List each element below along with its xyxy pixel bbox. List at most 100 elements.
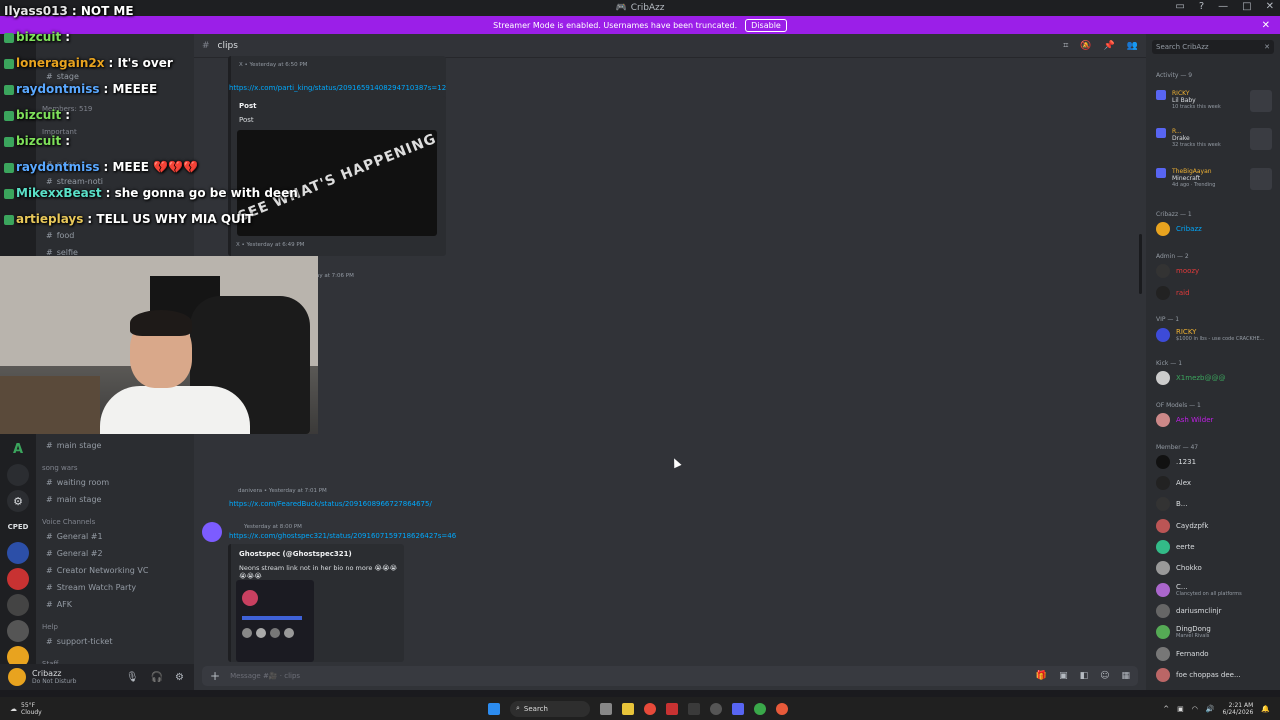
server-icon[interactable]	[7, 620, 29, 642]
member-item[interactable]: Cribazz	[1156, 222, 1202, 236]
github-icon[interactable]	[710, 702, 722, 715]
clock[interactable]: 2:21 AM 6/24/2026	[1223, 702, 1254, 716]
embed-image[interactable]: SEE WHAT'S HAPPENING	[237, 130, 437, 236]
activity-card[interactable]: RICKY Lil Baby 10 tracks this week	[1156, 90, 1272, 112]
channel-item[interactable]: # waiting room	[46, 478, 109, 487]
app-icon[interactable]	[688, 702, 700, 715]
close-icon[interactable]: ✕	[1264, 43, 1274, 51]
wifi-icon[interactable]: ◠	[1192, 705, 1198, 713]
member-item[interactable]: .1231	[1156, 455, 1196, 469]
message-composer[interactable]: + Message #🎥 · clips 🎁 ▣ ◧ ☺ ▦	[202, 666, 1138, 686]
member-item[interactable]: X1mezb@@@	[1156, 371, 1226, 385]
member-item[interactable]: Fernando	[1156, 647, 1209, 661]
activity-card[interactable]: TheBigAayan Minecraft 4d ago · Trending	[1156, 168, 1272, 190]
search-input[interactable]: Search CribAzz ✕	[1152, 40, 1274, 54]
pin-icon[interactable]: 📌	[1104, 41, 1115, 51]
apps-icon[interactable]: ▦	[1121, 671, 1130, 681]
emoji-icon[interactable]: ☺	[1100, 671, 1109, 681]
hash-icon: #	[46, 160, 53, 169]
gif-icon[interactable]: ▣	[1059, 671, 1068, 681]
mute-icon[interactable]: 🔕	[1080, 41, 1091, 51]
file-explorer-icon[interactable]	[622, 702, 634, 715]
maximize-icon[interactable]: □	[1242, 1, 1251, 12]
taskbar-search[interactable]: ⌕ Search	[510, 700, 590, 717]
headphones-icon[interactable]: 🎧	[151, 672, 163, 683]
chrome-icon[interactable]	[644, 702, 656, 715]
minimize-icon[interactable]: —	[1218, 1, 1228, 12]
avatar[interactable]	[202, 522, 222, 542]
avatar[interactable]	[8, 668, 26, 686]
chevron-up-icon[interactable]: ^	[1163, 705, 1169, 713]
server-icon-a[interactable]: A	[7, 438, 29, 460]
inbox-icon[interactable]: ▭	[1175, 1, 1184, 12]
server-icon[interactable]	[7, 542, 29, 564]
search-placeholder: Search CribAzz	[1156, 43, 1209, 51]
app-icon[interactable]	[776, 702, 788, 715]
avatar	[1156, 519, 1170, 533]
message-link[interactable]: https://x.com/ghostspec321/status/209160…	[229, 532, 456, 540]
chrome-icon[interactable]	[754, 702, 766, 715]
member-item[interactable]: dariusmclinjr	[1156, 604, 1221, 618]
server-icon[interactable]	[7, 464, 29, 486]
notifications-icon[interactable]: 🔔	[1261, 705, 1270, 713]
microphone-icon[interactable]: 🎙	[126, 672, 139, 683]
tray-app-icon[interactable]: ▣	[1177, 705, 1184, 713]
threads-icon[interactable]: ⌗	[1063, 41, 1068, 51]
channel-item[interactable]: # support-ticket	[46, 637, 112, 646]
member-item[interactable]: Ash Wilder	[1156, 413, 1213, 427]
member-item[interactable]: raid	[1156, 286, 1190, 300]
channel-category[interactable]: Important	[42, 128, 77, 136]
channel-item[interactable]: # General #2	[46, 549, 103, 558]
channel-category[interactable]: song wars	[42, 464, 78, 472]
weather-widget[interactable]: ☁ 55°F Cloudy	[10, 702, 42, 716]
close-icon[interactable]: ✕	[1266, 1, 1274, 12]
banner-close-icon[interactable]: ✕	[1262, 20, 1270, 31]
channel-item[interactable]: # rules	[46, 160, 76, 169]
message-link[interactable]: https://x.com/FearedBuck/status/20916089…	[229, 500, 432, 508]
channel-category[interactable]: Voice Channels	[42, 518, 95, 526]
member-item[interactable]: RICKY $1000 in lbs - use code CRACKHE...	[1156, 328, 1264, 342]
member-item[interactable]: Chokko	[1156, 561, 1202, 575]
member-item[interactable]: moozy	[1156, 264, 1199, 278]
windows-start-icon[interactable]	[488, 702, 500, 715]
channel-item[interactable]: # food	[46, 231, 74, 240]
add-attachment-icon[interactable]: +	[210, 669, 220, 683]
volume-icon[interactable]: 🔊	[1206, 705, 1215, 713]
member-item[interactable]: Caydzpfk	[1156, 519, 1208, 533]
channel-item[interactable]: # AFK	[46, 600, 72, 609]
channel-category[interactable]: Help	[42, 623, 58, 631]
settings-server-icon[interactable]: ⚙	[7, 490, 29, 512]
channel-item[interactable]: # main stage	[46, 495, 101, 504]
channel-item[interactable]: # General #1	[46, 532, 103, 541]
server-icon-cped[interactable]: CPED	[7, 516, 29, 538]
channel-item[interactable]: # stage	[46, 72, 79, 81]
sticker-icon[interactable]: ◧	[1080, 671, 1089, 681]
member-item[interactable]: foe choppas dee...	[1156, 668, 1241, 682]
help-icon[interactable]: ?	[1199, 1, 1204, 12]
member-item[interactable]: B...	[1156, 497, 1187, 511]
member-item[interactable]: eerte	[1156, 540, 1195, 554]
discord-icon[interactable]	[732, 702, 744, 715]
member-item[interactable]: DingDong Marvel Rivals	[1156, 625, 1211, 639]
settings-icon[interactable]: ⚙	[175, 672, 184, 683]
message-link[interactable]: https://x.com/parti_king/status/20916591…	[229, 84, 446, 92]
message-input[interactable]: Message #🎥 · clips	[230, 672, 300, 680]
member-item[interactable]: C... Clancyted on all platforms	[1156, 583, 1242, 597]
member-item[interactable]: Alex	[1156, 476, 1191, 490]
channel-item[interactable]: # main stage	[46, 441, 101, 450]
channel-item[interactable]: # stream-noti	[46, 177, 103, 186]
server-icon[interactable]	[7, 568, 29, 590]
channel-category[interactable]: Members: 519	[42, 105, 92, 113]
channel-item[interactable]: # Creator Networking VC	[46, 566, 148, 575]
scrollbar[interactable]	[1139, 234, 1142, 294]
members-icon[interactable]: 👥	[1127, 41, 1138, 51]
gift-icon[interactable]: 🎁	[1036, 671, 1047, 681]
task-view-icon[interactable]	[600, 702, 612, 715]
embed-image[interactable]	[236, 580, 314, 662]
app-icon[interactable]	[666, 702, 678, 715]
server-icon[interactable]	[7, 594, 29, 616]
disable-button[interactable]: Disable	[745, 18, 787, 32]
member-group-header: Member — 47	[1156, 444, 1199, 451]
activity-card[interactable]: R... Drake 32 tracks this week	[1156, 128, 1272, 150]
channel-item[interactable]: # Stream Watch Party	[46, 583, 136, 592]
